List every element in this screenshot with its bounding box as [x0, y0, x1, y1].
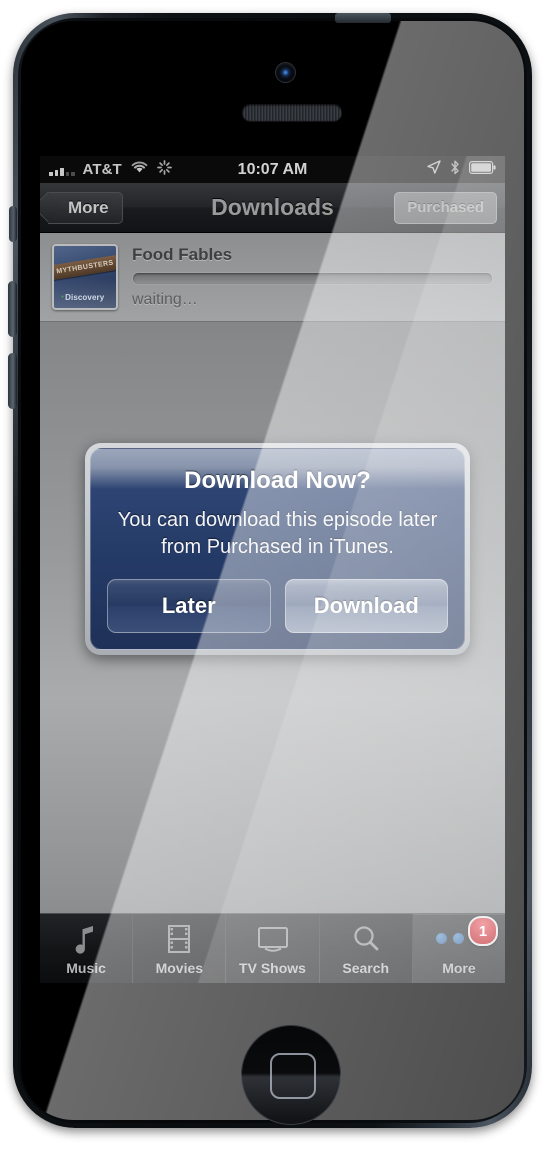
bluetooth-icon [450, 160, 460, 180]
device-screen: AT&T 10:07 AM More Downloads Purchased M… [40, 156, 505, 983]
tab-music[interactable]: Music [40, 914, 134, 983]
download-progress-bar [132, 272, 493, 285]
mute-switch[interactable] [9, 206, 17, 242]
carrier-label: AT&T [82, 161, 122, 178]
volume-down-button[interactable] [8, 353, 17, 409]
download-status-label: waiting… [132, 291, 198, 308]
tab-movies[interactable]: Movies [133, 914, 227, 983]
music-note-icon [73, 923, 99, 955]
home-square-icon [270, 1053, 316, 1099]
signal-bars-icon [49, 164, 75, 176]
download-button[interactable]: Download [284, 579, 448, 633]
artwork-banner-text: MYTHBUSTERS [55, 259, 115, 276]
home-button[interactable] [241, 1025, 341, 1125]
film-strip-icon [166, 923, 192, 955]
later-button[interactable]: Later [107, 579, 271, 633]
purchased-button-label: Purchased [407, 199, 484, 216]
iphone-device: AT&T 10:07 AM More Downloads Purchased M… [8, 13, 532, 1128]
alert-message: You can download this episode later from… [117, 509, 438, 558]
alert-title: Download Now? [184, 467, 371, 494]
tab-movies-label: Movies [155, 959, 204, 976]
alert-dialog: Download Now? You can download this epis… [85, 443, 470, 655]
tab-music-label: Music [66, 959, 106, 976]
episode-title: Food Fables [132, 245, 233, 264]
tab-tvshows-label: TV Shows [239, 959, 306, 976]
purchased-button[interactable]: Purchased [394, 191, 497, 224]
later-button-label: Later [161, 593, 216, 618]
sleep-wake-button[interactable] [335, 13, 391, 23]
magnifier-icon [351, 923, 381, 955]
back-button-more[interactable]: More [48, 191, 123, 224]
television-icon [256, 923, 290, 955]
download-button-label: Download [313, 593, 419, 618]
downloads-content: MYTHBUSTERS Discovery Food Fables waitin… [40, 233, 505, 983]
back-button-label: More [68, 197, 109, 217]
tab-tvshows[interactable]: TV Shows [226, 914, 320, 983]
location-arrow-icon [427, 160, 441, 179]
tab-search[interactable]: Search [320, 914, 413, 983]
earpiece-speaker [242, 104, 342, 121]
battery-icon [469, 160, 496, 179]
tab-bar: Music Movies TV Shows Search More 1 [40, 913, 505, 983]
network-logo: Discovery [61, 293, 104, 302]
wifi-icon [130, 160, 149, 179]
activity-spinner-icon [156, 159, 172, 180]
tab-more-label: More [442, 959, 476, 976]
status-bar: AT&T 10:07 AM [40, 156, 505, 183]
download-list-item[interactable]: MYTHBUSTERS Discovery Food Fables waitin… [40, 233, 505, 322]
episode-artwork: MYTHBUSTERS Discovery [52, 244, 118, 310]
tab-search-label: Search [342, 959, 390, 976]
volume-up-button[interactable] [8, 281, 17, 337]
navigation-bar: More Downloads Purchased [40, 183, 505, 233]
tab-more[interactable]: More 1 [412, 914, 505, 983]
more-badge: 1 [468, 916, 499, 946]
front-camera-icon [276, 63, 295, 82]
